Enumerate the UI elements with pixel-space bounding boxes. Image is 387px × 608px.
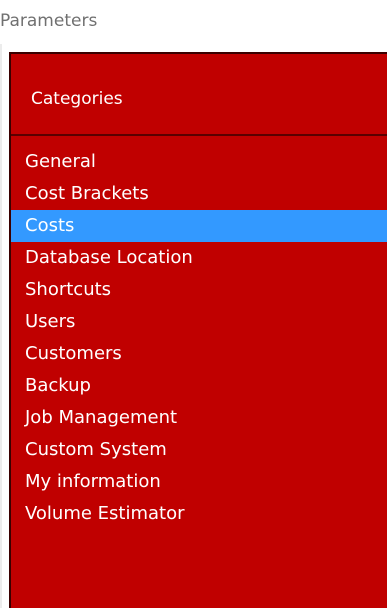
title-bar[interactable]: Parameters <box>0 0 387 44</box>
category-item-job-management[interactable]: Job Management <box>11 402 387 434</box>
category-item-general[interactable]: General <box>11 146 387 178</box>
category-item-shortcuts[interactable]: Shortcuts <box>11 274 387 306</box>
categories-panel: Categories General Cost Brackets Costs D… <box>9 52 387 608</box>
category-item-database-location[interactable]: Database Location <box>11 242 387 274</box>
header-divider <box>11 134 387 136</box>
category-item-costs[interactable]: Costs <box>11 210 387 242</box>
category-item-custom-system[interactable]: Custom System <box>11 434 387 466</box>
parameters-window: Parameters Categories General Cost Brack… <box>0 0 387 608</box>
category-item-backup[interactable]: Backup <box>11 370 387 402</box>
category-item-volume-estimator[interactable]: Volume Estimator <box>11 498 387 530</box>
window-title: Parameters <box>0 11 98 31</box>
categories-header: Categories <box>31 89 123 109</box>
category-item-cost-brackets[interactable]: Cost Brackets <box>11 178 387 210</box>
category-item-customers[interactable]: Customers <box>11 338 387 370</box>
category-item-users[interactable]: Users <box>11 306 387 338</box>
category-item-my-information[interactable]: My information <box>11 466 387 498</box>
categories-list[interactable]: General Cost Brackets Costs Database Loc… <box>11 146 387 530</box>
window-border <box>0 0 2 608</box>
